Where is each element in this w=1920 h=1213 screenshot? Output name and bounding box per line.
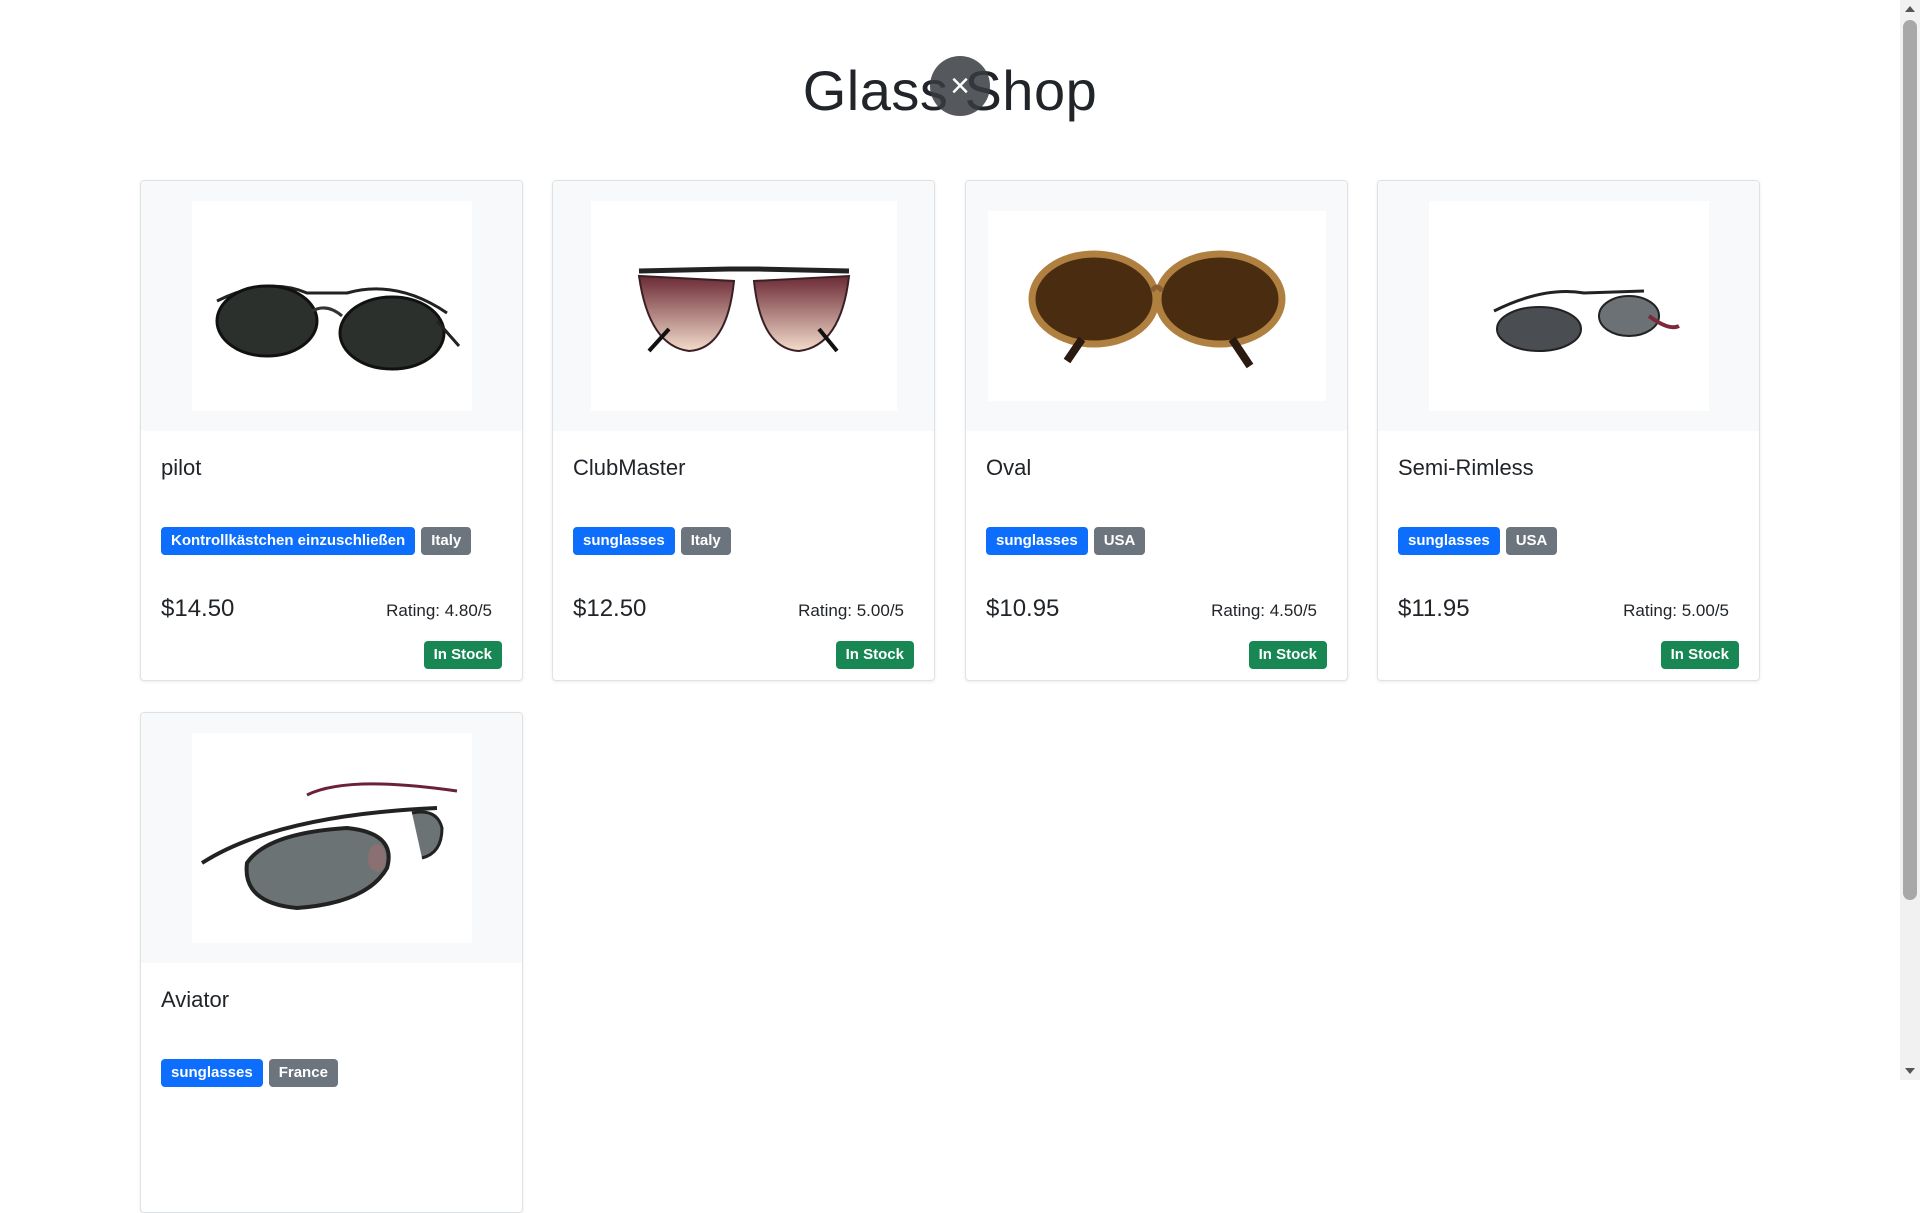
product-tags: sunglasses USA bbox=[986, 527, 1146, 555]
type-badge: sunglasses bbox=[1398, 527, 1500, 555]
product-name: Aviator bbox=[161, 987, 230, 1012]
product-name: Oval bbox=[986, 455, 1032, 480]
product-price: $12.50 bbox=[573, 595, 647, 622]
scroll-down-icon[interactable] bbox=[1905, 1068, 1915, 1074]
product-card-body: Semi-Rimless sunglasses USA $11.95 Ratin… bbox=[1378, 431, 1759, 679]
product-rating: Rating: 4.50/5 bbox=[1211, 601, 1317, 620]
product-name: Semi-Rimless bbox=[1398, 455, 1534, 480]
product-card-body: Oval sunglasses USA $10.95 Rating: 4.50/… bbox=[966, 431, 1347, 679]
product-image bbox=[1428, 201, 1709, 411]
stock-badge: In Stock bbox=[835, 641, 914, 669]
page: Glass Shop × pilot Kontrollkästchen einz… bbox=[0, 0, 1900, 1213]
product-tags: sunglasses USA bbox=[1398, 527, 1558, 555]
product-rating: Rating: 4.80/5 bbox=[386, 601, 492, 620]
product-card[interactable]: Semi-Rimless sunglasses USA $11.95 Ratin… bbox=[1377, 180, 1760, 681]
product-card[interactable]: pilot Kontrollkästchen einzuschließen It… bbox=[140, 180, 523, 681]
product-rating: Rating: 5.00/5 bbox=[798, 601, 904, 620]
type-badge: sunglasses bbox=[161, 1059, 263, 1087]
product-image-area bbox=[141, 181, 522, 431]
product-tags: sunglasses Italy bbox=[573, 527, 731, 555]
semi-rimless-sunglasses-image bbox=[1492, 289, 1680, 352]
vertical-scrollbar[interactable] bbox=[1900, 0, 1920, 1080]
product-rating: Rating: 5.00/5 bbox=[1623, 601, 1729, 620]
scrollbar-thumb[interactable] bbox=[1903, 20, 1917, 900]
origin-badge: USA bbox=[1505, 527, 1558, 555]
product-card[interactable]: Aviator sunglasses France bbox=[140, 712, 523, 1213]
close-icon: × bbox=[950, 67, 970, 105]
aviator-sunglasses-image bbox=[215, 284, 460, 371]
product-tags: sunglasses France bbox=[161, 1059, 338, 1087]
origin-badge: USA bbox=[1093, 527, 1146, 555]
type-badge: Kontrollkästchen einzuschließen bbox=[161, 527, 416, 555]
product-price: $11.95 bbox=[1398, 595, 1470, 622]
product-image bbox=[191, 201, 472, 411]
oval-sunglasses-image bbox=[1028, 250, 1285, 369]
product-image-area bbox=[553, 181, 934, 431]
product-card-body: Aviator sunglasses France bbox=[141, 963, 522, 1211]
origin-badge: Italy bbox=[680, 527, 731, 555]
product-price: $14.50 bbox=[161, 595, 235, 622]
product-image bbox=[191, 733, 472, 943]
product-image-area bbox=[1378, 181, 1759, 431]
origin-badge: Italy bbox=[421, 527, 472, 555]
aviator-sunglasses-image bbox=[200, 782, 457, 911]
origin-badge: France bbox=[268, 1059, 338, 1087]
stock-badge: In Stock bbox=[1660, 641, 1739, 669]
product-name: pilot bbox=[161, 455, 202, 480]
type-badge: sunglasses bbox=[986, 527, 1088, 555]
product-card-body: ClubMaster sunglasses Italy $12.50 Ratin… bbox=[553, 431, 934, 679]
product-card[interactable]: Oval sunglasses USA $10.95 Rating: 4.50/… bbox=[965, 180, 1348, 681]
product-card-body: pilot Kontrollkästchen einzuschließen It… bbox=[141, 431, 522, 679]
type-badge: sunglasses bbox=[573, 527, 675, 555]
close-button[interactable]: × bbox=[930, 56, 990, 116]
product-image-area bbox=[141, 713, 522, 963]
clubmaster-sunglasses-image bbox=[637, 266, 850, 353]
stock-badge: In Stock bbox=[423, 641, 502, 669]
product-card[interactable]: ClubMaster sunglasses Italy $12.50 Ratin… bbox=[552, 180, 935, 681]
product-image bbox=[987, 211, 1326, 401]
product-tags: Kontrollkästchen einzuschließen Italy bbox=[161, 527, 472, 555]
product-price: $10.95 bbox=[986, 595, 1060, 622]
product-image bbox=[590, 201, 897, 411]
scroll-up-icon[interactable] bbox=[1905, 6, 1915, 12]
product-image-area bbox=[966, 181, 1347, 431]
product-name: ClubMaster bbox=[573, 455, 686, 480]
stock-badge: In Stock bbox=[1248, 641, 1327, 669]
